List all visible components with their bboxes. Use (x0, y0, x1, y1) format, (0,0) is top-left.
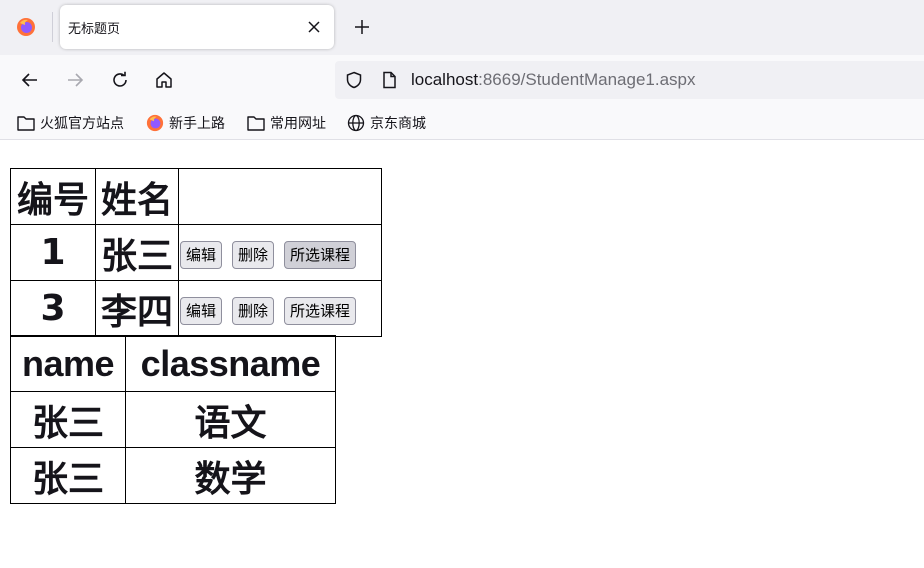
close-icon (308, 21, 320, 33)
reload-button[interactable] (106, 66, 134, 94)
header-classname: classname (125, 335, 336, 392)
header-id: 编号 (10, 168, 96, 225)
students-table: 编号 姓名 1 张三 编辑 删除 所选课程 3 李四 编辑 删除 所选课程 (10, 168, 382, 337)
bookmark-folder-common-sites[interactable]: 常用网址 (246, 113, 326, 133)
cell-name: 张三 (95, 224, 179, 281)
home-button[interactable] (150, 66, 178, 94)
forward-button[interactable] (61, 66, 89, 94)
edit-button[interactable]: 编辑 (180, 297, 223, 325)
firefox-icon (145, 113, 165, 133)
arrow-left-icon (21, 73, 37, 87)
header-name: name (10, 335, 126, 392)
tab-title: 无标题页 (68, 21, 121, 37)
url-text[interactable]: localhost:8669/StudentManage1.aspx (411, 70, 696, 90)
delete-button[interactable]: 删除 (232, 297, 275, 325)
firefox-view-button[interactable] (0, 5, 52, 49)
table-header-row: 编号 姓名 (10, 168, 382, 225)
cell-id: 3 (10, 280, 96, 337)
courses-button[interactable]: 所选课程 (284, 241, 357, 269)
cell-classname: 数学 (125, 447, 336, 504)
page-content: 编号 姓名 1 张三 编辑 删除 所选课程 3 李四 编辑 删除 所选课程 name c… (0, 141, 924, 568)
bookmark-label: 京东商城 (370, 116, 426, 132)
tab-close-button[interactable] (300, 13, 328, 41)
arrow-right-icon (68, 73, 84, 87)
table-row: 1 张三 编辑 删除 所选课程 (10, 224, 382, 281)
back-button[interactable] (16, 66, 44, 94)
table-header-row: name classname (10, 335, 336, 392)
bookmark-folder-firefox-site[interactable]: 火狐官方站点 (16, 113, 124, 133)
cell-name: 李四 (95, 280, 179, 337)
globe-icon (346, 113, 366, 133)
header-actions (178, 168, 382, 225)
cell-actions: 编辑 删除 所选课程 (178, 224, 382, 281)
folder-icon (16, 113, 36, 133)
bookmarks-toolbar: 火狐官方站点 新手上路 常用网址 京东商城 (0, 105, 924, 140)
tab-strip: 无标题页 (0, 0, 924, 55)
table-row: 张三 语文 (10, 391, 336, 448)
firefox-icon (17, 18, 35, 36)
navigation-toolbar: localhost:8669/StudentManage1.aspx (0, 55, 924, 105)
bookmark-label: 新手上路 (169, 116, 225, 132)
courses-table: name classname 张三 语文 张三 数学 (10, 335, 336, 504)
new-tab-button[interactable] (348, 13, 376, 41)
url-path: :8669/StudentManage1.aspx (478, 70, 696, 89)
table-row: 3 李四 编辑 删除 所选课程 (10, 280, 382, 337)
bookmark-label: 火狐官方站点 (40, 116, 124, 132)
cell-actions: 编辑 删除 所选课程 (178, 280, 382, 337)
reload-icon (113, 71, 127, 87)
cell-classname: 语文 (125, 391, 336, 448)
cell-name: 张三 (10, 447, 126, 504)
cell-id: 1 (10, 224, 96, 281)
url-bar[interactable]: localhost:8669/StudentManage1.aspx (335, 61, 924, 99)
bookmark-getting-started[interactable]: 新手上路 (145, 113, 225, 133)
page-info-icon[interactable] (379, 70, 399, 90)
plus-icon (355, 20, 369, 34)
home-icon (156, 72, 172, 88)
folder-icon (246, 113, 266, 133)
tab-separator (52, 12, 53, 42)
delete-button[interactable]: 删除 (232, 241, 275, 269)
courses-button[interactable]: 所选课程 (284, 297, 357, 325)
tab-active[interactable]: 无标题页 (60, 5, 334, 49)
header-name: 姓名 (95, 168, 179, 225)
edit-button[interactable]: 编辑 (180, 241, 223, 269)
cell-name: 张三 (10, 391, 126, 448)
bookmark-jd[interactable]: 京东商城 (346, 113, 426, 133)
table-row: 张三 数学 (10, 447, 336, 504)
shield-icon[interactable] (344, 70, 364, 90)
bookmark-label: 常用网址 (270, 116, 326, 132)
url-host: localhost (411, 70, 479, 89)
